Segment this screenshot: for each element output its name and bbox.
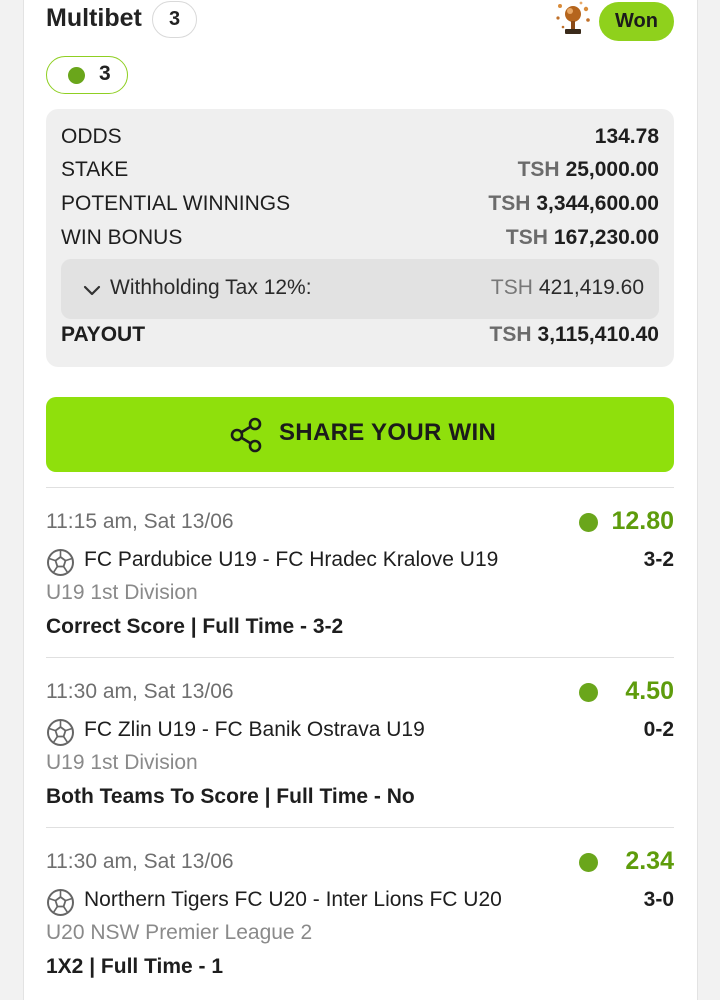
share-your-win-button[interactable]: SHARE YOUR WIN xyxy=(46,397,674,472)
potential-winnings-label: POTENTIAL WINNINGS xyxy=(61,192,291,215)
share-icon xyxy=(230,417,262,453)
bet-header: Multibet 3 Won xyxy=(46,0,674,44)
won-dot-icon xyxy=(579,683,598,702)
stake-amount: TSH 25,000.00 xyxy=(518,158,659,182)
potential-value: 3,344,600.00 xyxy=(536,192,659,215)
bet-summary: ODDS 134.78 STAKE TSH 25,000.00 POTENTIAL… xyxy=(46,109,674,367)
win-bonus-label: WIN BONUS xyxy=(61,226,183,249)
withholding-tax-amount: TSH 421,419.60 xyxy=(491,276,644,300)
won-selections-count: 3 xyxy=(99,62,111,85)
chevron-down-icon xyxy=(83,285,101,296)
divider xyxy=(46,827,674,828)
divider xyxy=(46,487,674,488)
selection-time: 11:30 am, Sat 13/06 xyxy=(46,850,234,873)
selection-league: U19 1st Division xyxy=(46,581,198,604)
selection-match: FC Pardubice U19 - FC Hradec Kralove U19 xyxy=(84,548,499,571)
bet-type-title: Multibet xyxy=(46,4,142,32)
bonus-value: 167,230.00 xyxy=(553,226,659,249)
payout-row: PAYOUT TSH 3,115,410.40 xyxy=(61,323,659,353)
selection-score: 3-2 xyxy=(643,548,674,571)
won-dot-icon xyxy=(579,853,598,872)
payout-amount: TSH 3,115,410.40 xyxy=(490,323,659,347)
soccer-ball-icon xyxy=(47,549,74,576)
won-dot-icon xyxy=(68,67,85,84)
soccer-ball-icon xyxy=(47,719,74,746)
odds-row: ODDS 134.78 xyxy=(61,125,659,155)
potential-winnings-row: POTENTIAL WINNINGS TSH 3,344,600.00 xyxy=(61,192,659,222)
potential-currency: TSH xyxy=(488,192,531,215)
selection-time: 11:15 am, Sat 13/06 xyxy=(46,510,234,533)
selection-odds: 12.80 xyxy=(611,507,674,535)
selection-time: 11:30 am, Sat 13/06 xyxy=(46,680,234,703)
selection-match: FC Zlin U19 - FC Banik Ostrava U19 xyxy=(84,718,425,741)
odds-label: ODDS xyxy=(61,125,122,148)
withholding-tax-label: Withholding Tax 12%: xyxy=(110,276,312,299)
payout-currency: TSH xyxy=(489,323,532,346)
selection-league: U19 1st Division xyxy=(46,751,198,774)
selection-score: 3-0 xyxy=(643,888,674,911)
selection-score: 0-2 xyxy=(643,718,674,741)
selection-odds: 4.50 xyxy=(625,677,674,705)
selection-odds: 2.34 xyxy=(625,847,674,875)
withholding-tax-toggle[interactable]: Withholding Tax 12%: TSH 421,419.60 xyxy=(61,259,659,319)
selection-league: U20 NSW Premier League 2 xyxy=(46,921,313,944)
stake-label: STAKE xyxy=(61,158,129,181)
soccer-ball-icon xyxy=(47,889,74,916)
selection-item[interactable]: 11:30 am, Sat 13/06 4.50 FC Zlin U19 - F… xyxy=(46,677,674,830)
selection-market: 1X2 | Full Time - 1 xyxy=(46,955,224,978)
won-dot-icon xyxy=(579,513,598,532)
divider xyxy=(46,657,674,658)
tax-currency: TSH xyxy=(490,276,533,299)
selection-match: Northern Tigers FC U20 - Inter Lions FC … xyxy=(84,888,502,911)
bonus-currency: TSH xyxy=(505,226,548,249)
stake-currency: TSH xyxy=(517,158,560,181)
selection-market: Correct Score | Full Time - 3-2 xyxy=(46,615,344,638)
selections-count-badge: 3 xyxy=(152,1,197,38)
won-status-badge: Won xyxy=(599,2,674,41)
odds-value: 134.78 xyxy=(594,125,659,148)
selection-market: Both Teams To Score | Full Time - No xyxy=(46,785,415,808)
payout-value: 3,115,410.40 xyxy=(537,323,659,346)
won-selections-pill[interactable]: 3 xyxy=(46,56,128,94)
selection-item[interactable]: 11:30 am, Sat 13/06 2.34 Northern Tigers… xyxy=(46,847,674,1000)
payout-label: PAYOUT xyxy=(61,323,146,346)
stake-value: 25,000.00 xyxy=(565,158,659,181)
share-label: SHARE YOUR WIN xyxy=(279,419,497,446)
stake-row: STAKE TSH 25,000.00 xyxy=(61,158,659,188)
potential-winnings-amount: TSH 3,344,600.00 xyxy=(488,192,659,216)
tax-value: 421,419.60 xyxy=(538,276,644,299)
selection-item[interactable]: 11:15 am, Sat 13/06 12.80 FC Pardubice U… xyxy=(46,507,674,660)
trophy-icon xyxy=(556,1,590,34)
win-bonus-amount: TSH 167,230.00 xyxy=(506,226,659,250)
win-bonus-row: WIN BONUS TSH 167,230.00 xyxy=(61,226,659,256)
